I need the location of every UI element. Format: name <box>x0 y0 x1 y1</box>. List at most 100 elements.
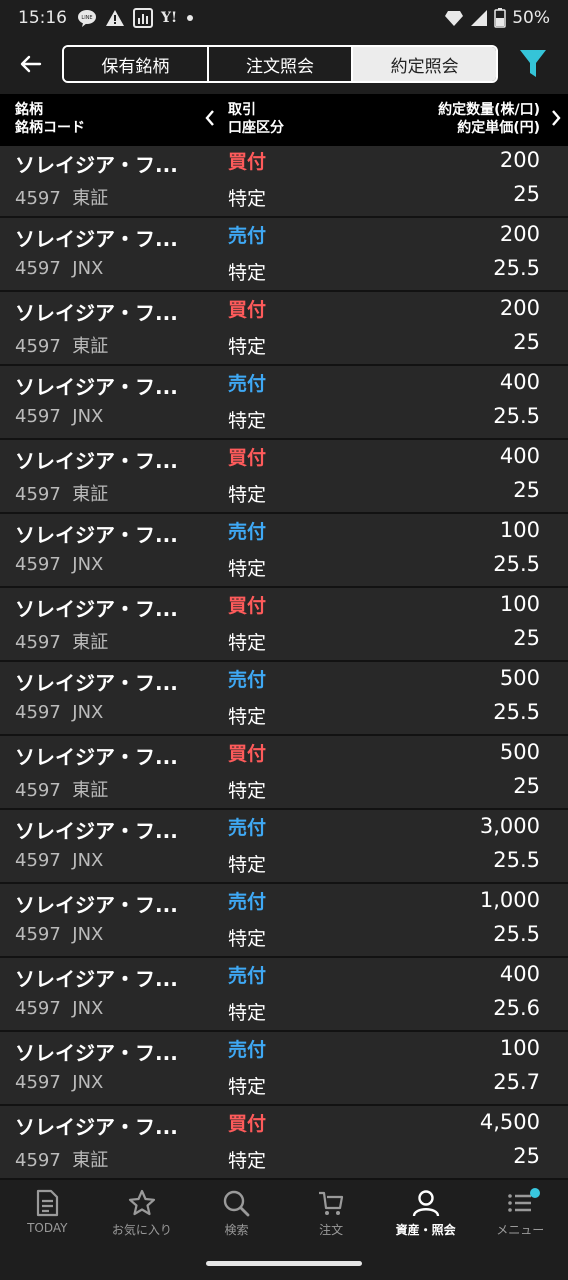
quantity: 100 <box>499 592 540 616</box>
stock-name: ソレイジア・フ... <box>15 1115 178 1139</box>
unit-price: 25 <box>513 626 540 650</box>
stock-name: ソレイジア・フ... <box>15 449 178 473</box>
account-type: 特定 <box>228 1002 267 1024</box>
stock-code: 4597 JNX <box>15 406 103 427</box>
tab-holdings[interactable]: 保有銘柄 <box>64 47 209 81</box>
nav-order-label: 注文 <box>319 1223 344 1237</box>
column-quantity-line2: 約定単価(円) <box>457 120 540 136</box>
chevron-right-icon[interactable] <box>550 109 562 132</box>
list-item[interactable]: ソレイジア・フ... 4597 JNX 売付 特定 200 25.5 <box>0 218 568 292</box>
home-gesture-handle[interactable] <box>206 1261 362 1266</box>
quantity: 100 <box>499 1036 540 1060</box>
market-value: 東証 <box>72 780 109 801</box>
yahoo-icon: Y! <box>161 10 177 26</box>
unit-price: 25.5 <box>493 404 540 428</box>
market-value: JNX <box>72 1072 104 1093</box>
market-value: JNX <box>72 554 104 575</box>
quantity: 400 <box>499 962 540 986</box>
list-item[interactable]: ソレイジア・フ... 4597 東証 買付 特定 200 25 <box>0 292 568 366</box>
market-value: 東証 <box>72 484 109 505</box>
filter-icon <box>520 50 546 77</box>
nav-search[interactable]: 検索 <box>189 1182 284 1244</box>
unit-price: 25.5 <box>493 922 540 946</box>
unit-price: 25 <box>513 774 540 798</box>
unit-price: 25 <box>513 182 540 206</box>
list-item[interactable]: ソレイジア・フ... 4597 JNX 売付 特定 100 25.7 <box>0 1032 568 1106</box>
account-type: 特定 <box>228 706 267 728</box>
list-item[interactable]: ソレイジア・フ... 4597 JNX 売付 特定 400 25.5 <box>0 366 568 440</box>
list-item[interactable]: ソレイジア・フ... 4597 JNX 売付 特定 3,000 25.5 <box>0 810 568 884</box>
chevron-left-icon[interactable] <box>204 109 216 132</box>
list-item[interactable]: ソレイジア・フ... 4597 東証 買付 特定 400 25 <box>0 440 568 514</box>
nav-favorites[interactable]: お気に入り <box>95 1182 190 1244</box>
list-item[interactable]: ソレイジア・フ... 4597 東証 買付 特定 100 25 <box>0 588 568 662</box>
code-value: 4597 <box>15 1072 61 1093</box>
bottom-nav: TODAY お気に入り 検索 注文 資産・照会 メニュー <box>0 1182 568 1244</box>
account-type: 特定 <box>228 188 267 210</box>
back-button[interactable] <box>0 36 62 92</box>
code-value: 4597 <box>15 850 61 871</box>
diamond-icon <box>444 9 464 27</box>
unit-price: 25.5 <box>493 256 540 280</box>
stock-name: ソレイジア・フ... <box>15 153 178 177</box>
list-item[interactable]: ソレイジア・フ... 4597 東証 買付 特定 4,500 25 <box>0 1106 568 1180</box>
filter-button[interactable] <box>498 36 568 92</box>
list-item[interactable]: ソレイジア・フ... 4597 JNX 売付 特定 400 25.6 <box>0 958 568 1032</box>
tab-execution-inquiry[interactable]: 約定照会 <box>353 47 496 81</box>
nav-order[interactable]: 注文 <box>284 1182 379 1244</box>
quantity: 200 <box>499 296 540 320</box>
column-trade-line1: 取引 <box>228 102 256 118</box>
trade-side: 売付 <box>228 891 267 913</box>
code-value: 4597 <box>15 554 61 575</box>
list-item[interactable]: ソレイジア・フ... 4597 JNX 売付 特定 500 25.5 <box>0 662 568 736</box>
quantity: 500 <box>499 740 540 764</box>
chart-icon <box>133 8 153 28</box>
list-item[interactable]: ソレイジア・フ... 4597 JNX 売付 特定 100 25.5 <box>0 514 568 588</box>
nav-today-label: TODAY <box>27 1221 68 1235</box>
trade-side: 買付 <box>228 299 267 321</box>
stock-code: 4597 東証 <box>15 628 108 654</box>
column-quantity: 約定数量(株/口) 約定単価(円) <box>438 101 540 137</box>
stock-code: 4597 JNX <box>15 998 103 1019</box>
trade-side: 売付 <box>228 521 267 543</box>
quantity: 3,000 <box>479 814 540 838</box>
market-value: JNX <box>72 406 104 427</box>
account-type: 特定 <box>228 1076 267 1098</box>
quantity: 400 <box>499 370 540 394</box>
account-type: 特定 <box>228 928 267 950</box>
stock-code: 4597 東証 <box>15 776 108 802</box>
gesture-bar <box>0 1244 568 1280</box>
stock-name: ソレイジア・フ... <box>15 1041 178 1065</box>
code-value: 4597 <box>15 484 61 505</box>
battery-icon <box>494 8 506 28</box>
battery-percent: 50% <box>512 8 550 28</box>
nav-assets[interactable]: 資産・照会 <box>378 1182 473 1244</box>
segmented-tabs: 保有銘柄 注文照会 約定照会 <box>62 45 498 83</box>
column-symbol-line1: 銘柄 <box>15 102 43 118</box>
nav-menu[interactable]: メニュー <box>473 1182 568 1244</box>
market-value: JNX <box>72 258 104 279</box>
list-item[interactable]: ソレイジア・フ... 4597 JNX 売付 特定 1,000 25.5 <box>0 884 568 958</box>
nav-search-label: 検索 <box>224 1223 249 1237</box>
column-trade: 取引 口座区分 <box>228 101 284 137</box>
tab-order-inquiry[interactable]: 注文照会 <box>208 47 354 81</box>
list-item[interactable]: ソレイジア・フ... 4597 東証 買付 特定 500 25 <box>0 736 568 810</box>
list-item[interactable]: ソレイジア・フ... 4597 東証 買付 特定 200 25 <box>0 146 568 218</box>
account-type: 特定 <box>228 558 267 580</box>
stock-name: ソレイジア・フ... <box>15 745 178 769</box>
quantity: 200 <box>499 148 540 172</box>
nav-today[interactable]: TODAY <box>0 1182 95 1244</box>
stock-code: 4597 JNX <box>15 258 103 279</box>
stock-name: ソレイジア・フ... <box>15 227 178 251</box>
account-type: 特定 <box>228 262 267 284</box>
signal-icon <box>470 9 488 27</box>
code-value: 4597 <box>15 998 61 1019</box>
execution-list: ソレイジア・フ... 4597 東証 買付 特定 200 25 ソレイジア・フ.… <box>0 146 568 1182</box>
back-arrow-icon <box>20 55 42 73</box>
search-icon <box>224 1190 250 1217</box>
unit-price: 25.5 <box>493 552 540 576</box>
svg-text:LINE: LINE <box>81 15 92 21</box>
status-time: 15:16 <box>18 8 67 28</box>
stock-name: ソレイジア・フ... <box>15 967 178 991</box>
trade-side: 買付 <box>228 151 267 173</box>
